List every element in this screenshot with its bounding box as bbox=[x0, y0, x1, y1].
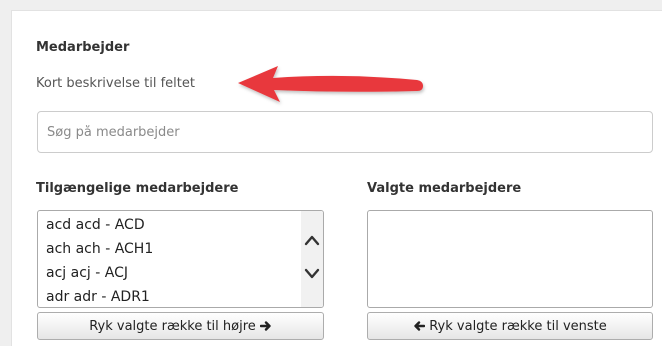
list-item[interactable]: acj acj - ACJ bbox=[38, 261, 303, 285]
field-title: Medarbejder bbox=[36, 40, 130, 55]
employee-picker-panel: Medarbejder Kort beskrivelse til feltet … bbox=[11, 10, 662, 346]
selected-employees-title: Valgte medarbejdere bbox=[367, 181, 522, 196]
available-employees-listbox[interactable]: acd acd - ACD ach ach - ACH1 acj acj - A… bbox=[37, 210, 324, 308]
list-item[interactable]: adr adr - ADR1 bbox=[38, 285, 303, 307]
annotation-arrow-icon bbox=[238, 66, 423, 102]
move-right-label: Ryk valgte række til højre bbox=[89, 318, 256, 334]
arrow-right-icon bbox=[259, 321, 271, 331]
listbox-scrollbar[interactable] bbox=[301, 211, 323, 307]
search-input[interactable] bbox=[37, 111, 653, 153]
arrow-left-icon bbox=[414, 321, 426, 331]
move-right-button[interactable]: Ryk valgte række til højre bbox=[37, 312, 324, 340]
list-item[interactable]: acd acd - ACD bbox=[38, 213, 303, 237]
selected-employees-listbox[interactable] bbox=[367, 210, 653, 308]
chevron-down-icon[interactable] bbox=[304, 266, 320, 280]
move-left-label: Ryk valgte række til venste bbox=[429, 318, 607, 334]
field-description: Kort beskrivelse til feltet bbox=[36, 76, 195, 91]
available-employees-title: Tilgængelige medarbejdere bbox=[36, 181, 239, 196]
chevron-up-icon[interactable] bbox=[304, 233, 320, 247]
move-left-button[interactable]: Ryk valgte række til venste bbox=[367, 312, 653, 340]
list-item[interactable]: ach ach - ACH1 bbox=[38, 237, 303, 261]
